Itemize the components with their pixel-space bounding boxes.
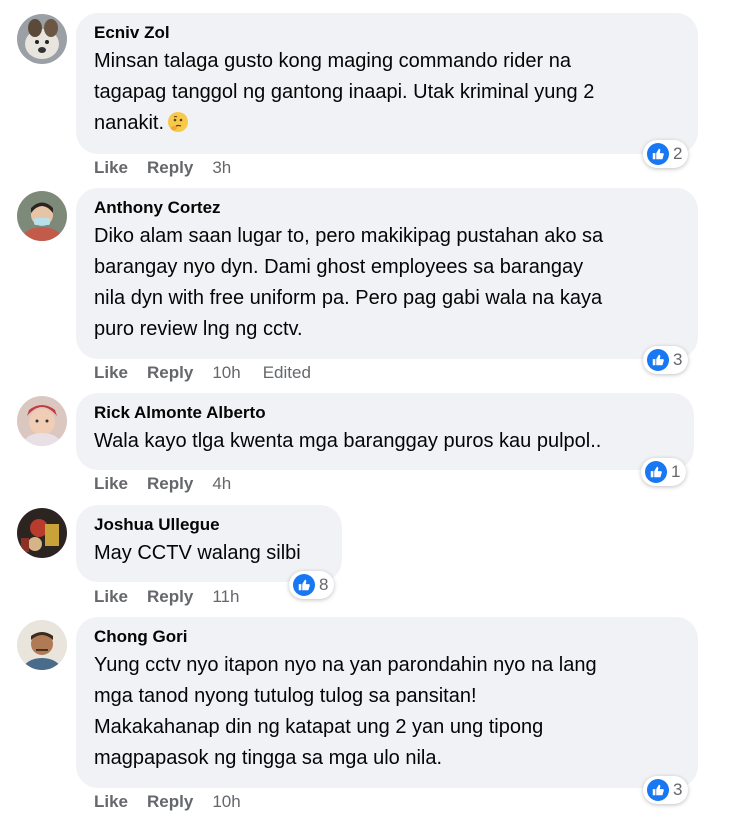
comment-actions: Like Reply 10h Edited bbox=[94, 362, 311, 384]
avatar[interactable] bbox=[17, 396, 67, 446]
comment-text: Yung cctv nyo itapon nyo na yan parondah… bbox=[94, 654, 597, 769]
comment-text-wrap: Minsan talaga gusto kong maging commando… bbox=[94, 46, 680, 139]
like-button[interactable]: Like bbox=[94, 473, 128, 495]
like-reaction-icon bbox=[647, 143, 669, 165]
reaction-count-value: 1 bbox=[671, 462, 681, 481]
avatar[interactable] bbox=[17, 191, 67, 241]
like-button[interactable]: Like bbox=[94, 791, 128, 813]
comment-author[interactable]: Chong Gori bbox=[94, 626, 680, 648]
like-button[interactable]: Like bbox=[94, 362, 128, 384]
reply-button[interactable]: Reply bbox=[147, 473, 193, 495]
avatar[interactable] bbox=[17, 14, 67, 64]
comment-timestamp[interactable]: 4h bbox=[212, 473, 231, 495]
like-reaction-icon bbox=[645, 461, 667, 483]
thinking-face-icon bbox=[167, 111, 189, 133]
reaction-count-value: 2 bbox=[673, 144, 683, 163]
comment-bubble: Chong Gori Yung cctv nyo itapon nyo na y… bbox=[76, 617, 698, 788]
comment-bubble: Anthony Cortez Diko alam saan lugar to, … bbox=[76, 188, 698, 359]
comment-author[interactable]: Rick Almonte Alberto bbox=[94, 402, 676, 424]
like-button[interactable]: Like bbox=[94, 586, 128, 608]
reaction-count[interactable]: 1 bbox=[641, 458, 687, 486]
comment-actions: Like Reply 3h bbox=[94, 157, 253, 179]
reply-button[interactable]: Reply bbox=[147, 362, 193, 384]
like-button[interactable]: Like bbox=[94, 157, 128, 179]
reply-button[interactable]: Reply bbox=[147, 791, 193, 813]
comment-text: May CCTV walang silbi bbox=[94, 542, 301, 564]
reaction-count[interactable]: 3 bbox=[643, 346, 689, 374]
comment-actions: Like Reply 4h bbox=[94, 473, 253, 495]
avatar[interactable] bbox=[17, 620, 67, 670]
comment-author[interactable]: Anthony Cortez bbox=[94, 197, 680, 219]
reaction-count[interactable]: 3 bbox=[643, 776, 689, 804]
comment-author[interactable]: Ecniv Zol bbox=[94, 22, 680, 44]
reaction-count-value: 3 bbox=[673, 350, 683, 369]
comment-text: Wala kayo tlga kwenta mga baranggay puro… bbox=[94, 430, 602, 452]
reply-button[interactable]: Reply bbox=[147, 586, 193, 608]
comment-timestamp[interactable]: 10h bbox=[212, 791, 240, 813]
comment-timestamp[interactable]: 11h bbox=[212, 586, 239, 608]
reaction-count-value: 8 bbox=[319, 575, 329, 594]
comment-actions: Like Reply 11h bbox=[94, 586, 261, 608]
like-reaction-icon bbox=[293, 574, 315, 596]
comment-timestamp[interactable]: 10h bbox=[212, 362, 240, 384]
like-reaction-icon bbox=[647, 349, 669, 371]
reaction-count[interactable]: 8 bbox=[289, 571, 335, 599]
comment-actions: Like Reply 10h bbox=[94, 791, 263, 813]
reply-button[interactable]: Reply bbox=[147, 157, 193, 179]
reaction-count[interactable]: 2 bbox=[643, 140, 689, 168]
reaction-count-value: 3 bbox=[673, 780, 683, 799]
comment-timestamp[interactable]: 3h bbox=[212, 157, 231, 179]
comment-bubble: Rick Almonte Alberto Wala kayo tlga kwen… bbox=[76, 393, 694, 470]
comment-author[interactable]: Joshua Ullegue bbox=[94, 514, 324, 536]
comment-text: Diko alam saan lugar to, pero makikipag … bbox=[94, 225, 604, 340]
avatar[interactable] bbox=[17, 508, 67, 558]
edited-label: Edited bbox=[262, 363, 311, 382]
like-reaction-icon bbox=[647, 779, 669, 801]
comment-bubble: Ecniv Zol Minsan talaga gusto kong magin… bbox=[76, 13, 698, 154]
